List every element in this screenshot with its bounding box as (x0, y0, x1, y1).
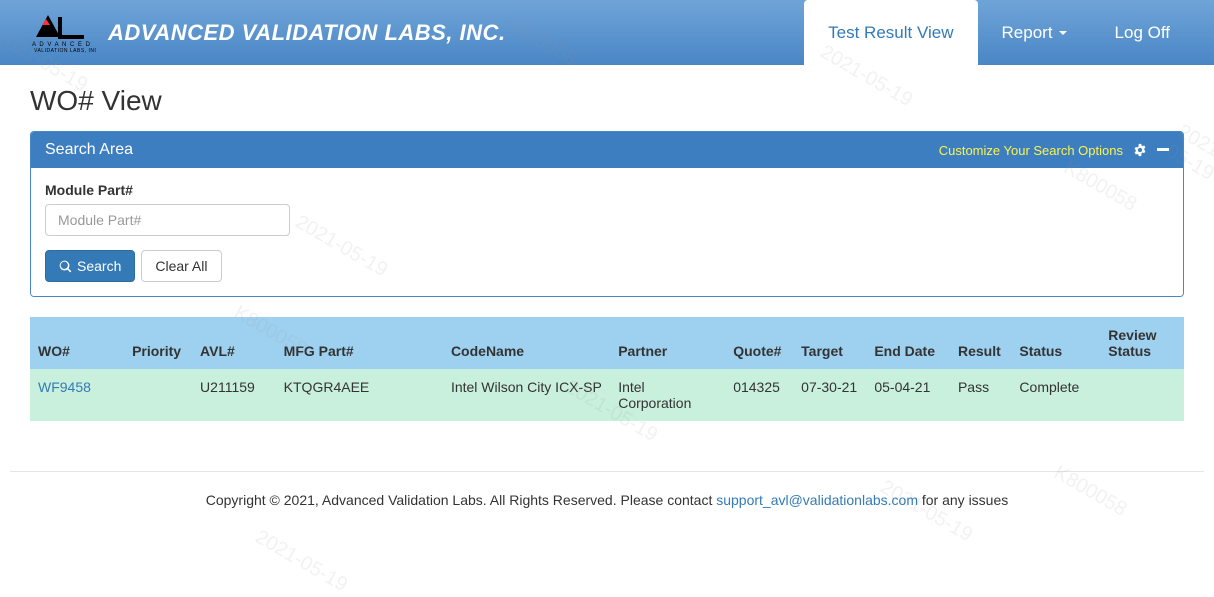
company-logo: A D V A N C E D VALIDATION LABS, INC. (30, 13, 96, 53)
footer: Copyright © 2021, Advanced Validation La… (10, 471, 1204, 528)
col-target[interactable]: Target (793, 317, 866, 369)
customize-search-options-link[interactable]: Customize Your Search Options (939, 143, 1123, 158)
col-review[interactable]: Review Status (1100, 317, 1184, 369)
search-panel-header: Search Area Customize Your Search Option… (31, 132, 1183, 168)
cell-mfg: KTQGR4AEE (276, 369, 443, 421)
nav-report[interactable]: Report (978, 0, 1091, 65)
minimize-icon[interactable] (1157, 144, 1169, 156)
search-icon (59, 260, 72, 273)
nav-test-result-view[interactable]: Test Result View (804, 0, 977, 65)
gear-icon[interactable] (1133, 143, 1147, 157)
top-navbar: A D V A N C E D VALIDATION LABS, INC. AD… (0, 0, 1214, 65)
footer-support-email[interactable]: support_avl@validationlabs.com (716, 492, 918, 508)
nav-items: Test Result View Report Log Off (804, 0, 1194, 65)
cell-result: Pass (950, 369, 1011, 421)
cell-partner: Intel Corporation (610, 369, 725, 421)
main-container: WO# View Search Area Customize Your Sear… (0, 65, 1214, 441)
results-table-wrap: WO# Priority AVL# MFG Part# CodeName Par… (30, 317, 1184, 421)
search-button[interactable]: Search (45, 250, 135, 282)
table-header-row: WO# Priority AVL# MFG Part# CodeName Par… (30, 317, 1184, 369)
company-name: ADVANCED VALIDATION LABS, INC. (108, 20, 506, 46)
brand: A D V A N C E D VALIDATION LABS, INC. AD… (30, 13, 506, 53)
nav-report-label: Report (1002, 23, 1053, 43)
cell-end: 05-04-21 (866, 369, 950, 421)
module-part-label: Module Part# (45, 182, 1169, 198)
col-quote[interactable]: Quote# (725, 317, 793, 369)
module-part-input[interactable] (45, 204, 290, 236)
footer-text-after: for any issues (918, 492, 1008, 508)
col-status[interactable]: Status (1011, 317, 1100, 369)
svg-text:VALIDATION LABS, INC.: VALIDATION LABS, INC. (34, 48, 96, 53)
clear-all-button[interactable]: Clear All (141, 250, 221, 282)
cell-priority (124, 369, 192, 421)
col-partner[interactable]: Partner (610, 317, 725, 369)
cell-review (1100, 369, 1184, 421)
results-table: WO# Priority AVL# MFG Part# CodeName Par… (30, 317, 1184, 421)
watermark: 2021-05-19 (251, 526, 351, 597)
page-title: WO# View (30, 85, 1184, 117)
col-codename[interactable]: CodeName (443, 317, 610, 369)
table-row: WF9458 U211159 KTQGR4AEE Intel Wilson Ci… (30, 369, 1184, 421)
col-end[interactable]: End Date (866, 317, 950, 369)
col-priority[interactable]: Priority (124, 317, 192, 369)
cell-avl: U211159 (192, 369, 276, 421)
cell-codename: Intel Wilson City ICX-SP (443, 369, 610, 421)
col-mfg[interactable]: MFG Part# (276, 317, 443, 369)
cell-wo-link[interactable]: WF9458 (30, 369, 124, 421)
caret-down-icon (1059, 31, 1067, 35)
col-result[interactable]: Result (950, 317, 1011, 369)
cell-quote: 014325 (725, 369, 793, 421)
nav-logoff[interactable]: Log Off (1091, 0, 1194, 65)
search-panel-body: Module Part# Search Clear All (31, 168, 1183, 296)
search-button-label: Search (77, 258, 121, 274)
cell-status: Complete (1011, 369, 1100, 421)
footer-text-before: Copyright © 2021, Advanced Validation La… (206, 492, 716, 508)
search-panel: Search Area Customize Your Search Option… (30, 131, 1184, 297)
search-panel-title: Search Area (45, 141, 133, 159)
col-avl[interactable]: AVL# (192, 317, 276, 369)
cell-target: 07-30-21 (793, 369, 866, 421)
col-wo[interactable]: WO# (30, 317, 124, 369)
